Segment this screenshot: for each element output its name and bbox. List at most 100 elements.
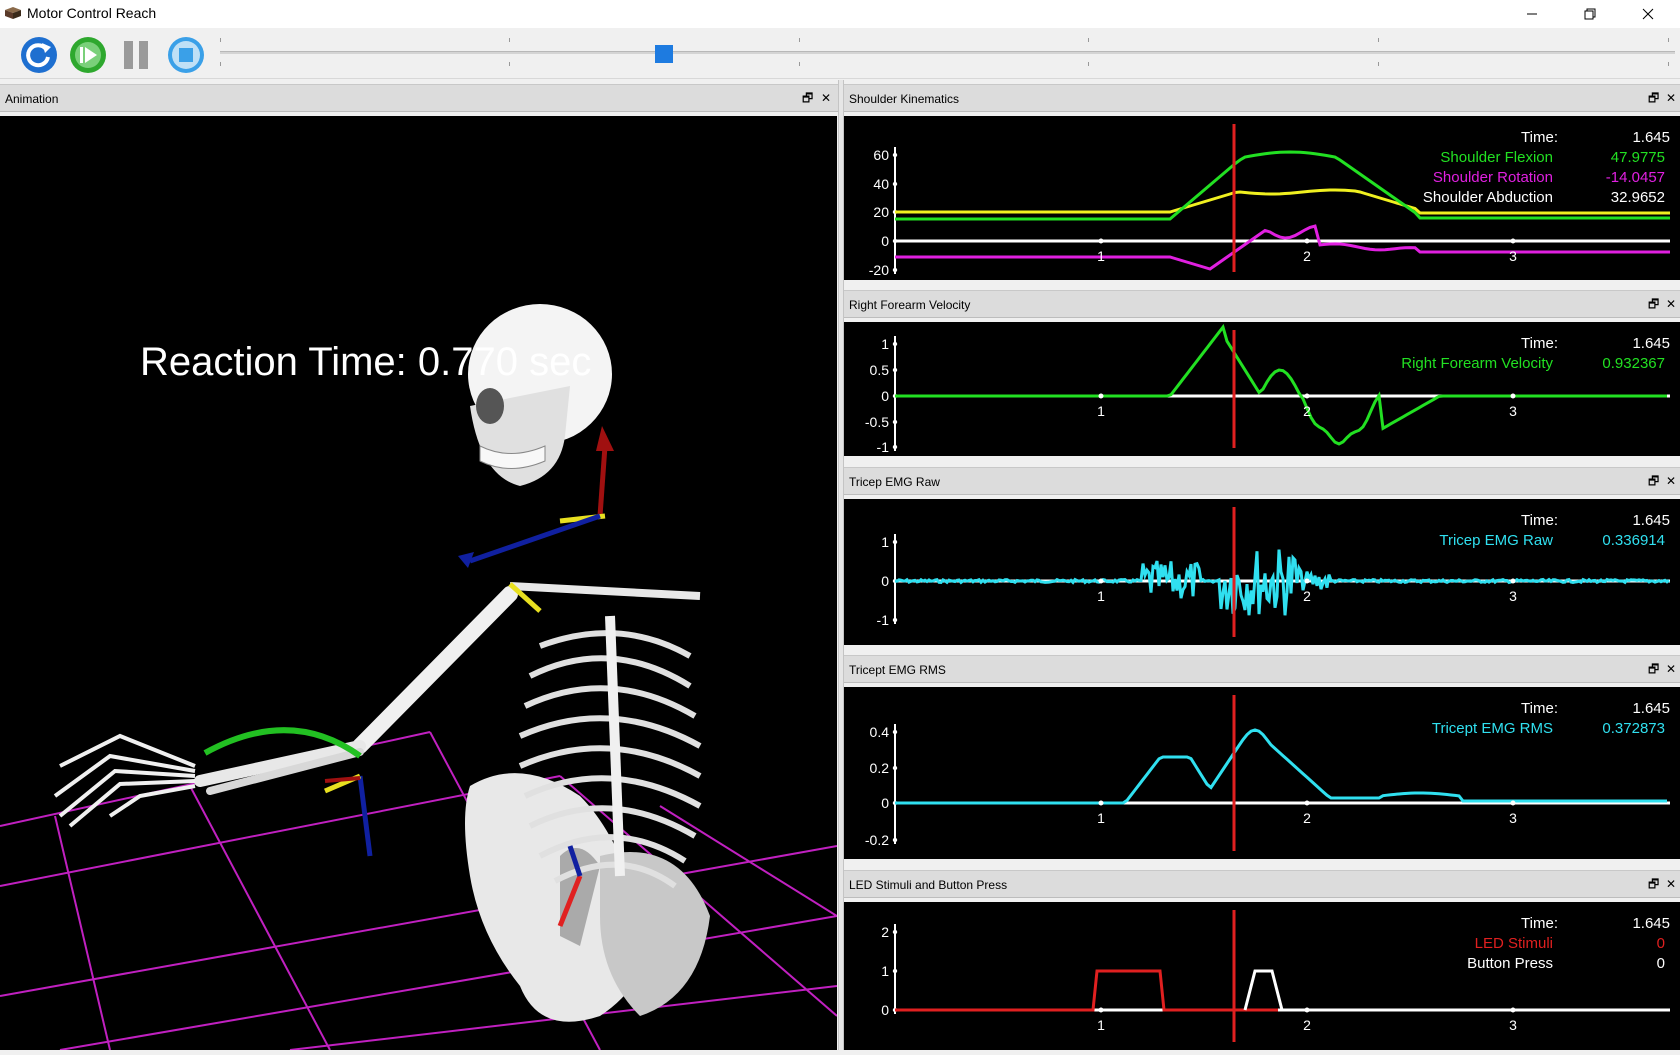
time-value: 1.645	[1632, 129, 1670, 146]
restore-icon	[1584, 8, 1596, 20]
chart-plot[interactable]: 1 0.5 0 -0.5 -1 1 2 3 Time: 1.645 Right Forearm Ve…	[844, 322, 1680, 456]
close-panel-icon[interactable]: ✕	[821, 91, 831, 105]
chart-plot[interactable]: 60 40 20 0 -20 1 2 3 Time: 1.645 Shoulder Flexion 4…	[844, 116, 1680, 280]
x-tick-label: 2	[1303, 248, 1311, 264]
time-label: Time:	[1521, 335, 1558, 352]
legend-label: LED Stimuli	[1475, 935, 1553, 952]
y-tick-mark	[892, 539, 898, 545]
x-tick-mark	[1304, 393, 1310, 399]
x-tick-mark	[1304, 578, 1310, 584]
legend-label: Right Forearm Velocity	[1401, 355, 1553, 372]
legend-label: Button Press	[1467, 955, 1553, 972]
x-tick-label: 2	[1303, 810, 1311, 826]
x-tick-label: 3	[1509, 810, 1517, 826]
x-tick-label: 2	[1303, 403, 1311, 419]
float-panel-icon[interactable]: 🗗	[1648, 474, 1659, 488]
y-tick-mark	[892, 181, 898, 187]
reset-button[interactable]	[19, 35, 59, 75]
float-panel-icon[interactable]: 🗗	[1648, 877, 1659, 891]
chart-plot[interactable]: 0.4 0.2 0 -0.2 1 2 3 Time: 1.645 Tricept EMG RMS 0…	[844, 687, 1680, 859]
app-icon	[5, 7, 21, 19]
time-label: Time:	[1521, 915, 1558, 932]
chart-svg: 1 0.5 0 -0.5 -1 1 2 3 Time: 1.645 Right Forearm Ve…	[865, 323, 1670, 455]
x-tick-label: 1	[1097, 1017, 1105, 1033]
y-tick-label: -1	[877, 439, 890, 455]
slider-tick	[1378, 38, 1379, 42]
x-tick-label: 3	[1509, 403, 1517, 419]
close-panel-icon[interactable]: ✕	[1666, 91, 1676, 105]
x-tick-mark	[1304, 800, 1310, 806]
y-tick-label: -1	[877, 612, 890, 628]
time-label: Time:	[1521, 129, 1558, 146]
time-label: Time:	[1521, 512, 1558, 529]
y-tick-mark	[892, 419, 898, 425]
slider-tick	[220, 38, 221, 42]
float-panel-icon[interactable]: 🗗	[1648, 91, 1659, 105]
legend-value: 0.372873	[1602, 720, 1665, 737]
y-tick-label: 1	[881, 963, 889, 979]
y-tick-label: 0	[881, 233, 889, 249]
y-tick-label: 2	[881, 924, 889, 940]
y-tick-mark	[892, 968, 898, 974]
chart-plot[interactable]: 1 0 -1 1 2 3 Time: 1.645 Tricep EMG Raw 0.336914	[844, 499, 1680, 645]
title-bar: Motor Control Reach	[0, 0, 1680, 28]
legend-value: 0	[1657, 935, 1665, 952]
x-tick-mark	[1510, 578, 1516, 584]
refresh-icon	[21, 37, 57, 73]
floor-grid	[0, 731, 837, 1050]
stop-button[interactable]	[166, 35, 206, 75]
y-tick-label: 0	[881, 1002, 889, 1018]
pause-button[interactable]	[117, 35, 157, 75]
x-tick-mark	[1098, 578, 1104, 584]
y-tick-mark	[892, 837, 898, 843]
y-tick-label: -20	[869, 262, 889, 278]
chart-plot[interactable]: 2 1 0 1 2 3 Time: 1.645 LED Stimuli 0 Button Press…	[844, 902, 1680, 1050]
close-panel-icon[interactable]: ✕	[1666, 297, 1676, 311]
slider-tick	[1668, 38, 1669, 42]
legend-label: Shoulder Abduction	[1423, 189, 1553, 206]
x-tick-label: 1	[1097, 403, 1105, 419]
x-tick-label: 2	[1303, 588, 1311, 604]
x-tick-mark	[1098, 393, 1104, 399]
x-tick-label: 1	[1097, 810, 1105, 826]
close-panel-icon[interactable]: ✕	[1666, 662, 1676, 676]
time-slider[interactable]	[220, 34, 1680, 66]
x-tick-label: 1	[1097, 248, 1105, 264]
close-panel-icon[interactable]: ✕	[1666, 474, 1676, 488]
legend-label: Tricep EMG Raw	[1439, 532, 1553, 549]
y-tick-label: 0.2	[870, 760, 890, 776]
close-panel-icon[interactable]: ✕	[1666, 877, 1676, 891]
float-panel-icon[interactable]: 🗗	[802, 91, 813, 105]
y-tick-mark	[892, 367, 898, 373]
x-tick-mark	[1098, 1007, 1104, 1013]
play-icon	[70, 37, 106, 73]
animation-viewport[interactable]: Reaction Time: 0.770 sec	[0, 116, 837, 1050]
float-panel-icon[interactable]: 🗗	[1648, 662, 1659, 676]
skeleton-scene	[0, 304, 837, 1050]
chart-panel-title: Tricept EMG RMS	[849, 663, 946, 677]
y-tick-label: 0	[881, 573, 889, 589]
restore-button[interactable]	[1561, 0, 1619, 28]
chart-panel-header: Tricep EMG Raw 🗗 ✕	[844, 467, 1680, 495]
animation-panel-title: Animation	[5, 92, 59, 106]
y-tick-label: 40	[873, 176, 889, 192]
chart-panel-header: Tricept EMG RMS 🗗 ✕	[844, 655, 1680, 683]
y-tick-mark	[892, 152, 898, 158]
time-value: 1.645	[1632, 700, 1670, 717]
y-tick-mark	[892, 929, 898, 935]
legend-value: 0.932367	[1602, 355, 1665, 372]
play-button[interactable]	[68, 35, 108, 75]
x-tick-mark	[1304, 238, 1310, 244]
close-window-button[interactable]	[1619, 0, 1677, 28]
slider-thumb[interactable]	[654, 45, 673, 63]
x-tick-mark	[1510, 1007, 1516, 1013]
x-tick-mark	[1098, 238, 1104, 244]
x-tick-label: 1	[1097, 588, 1105, 604]
y-tick-label: 1	[881, 336, 889, 352]
hand	[53, 733, 196, 828]
slider-tick	[509, 38, 510, 42]
minimize-button[interactable]	[1503, 0, 1561, 28]
reaction-time-label: Reaction Time: 0.770 sec	[140, 340, 592, 384]
float-panel-icon[interactable]: 🗗	[1648, 297, 1659, 311]
slider-tick	[220, 62, 221, 66]
